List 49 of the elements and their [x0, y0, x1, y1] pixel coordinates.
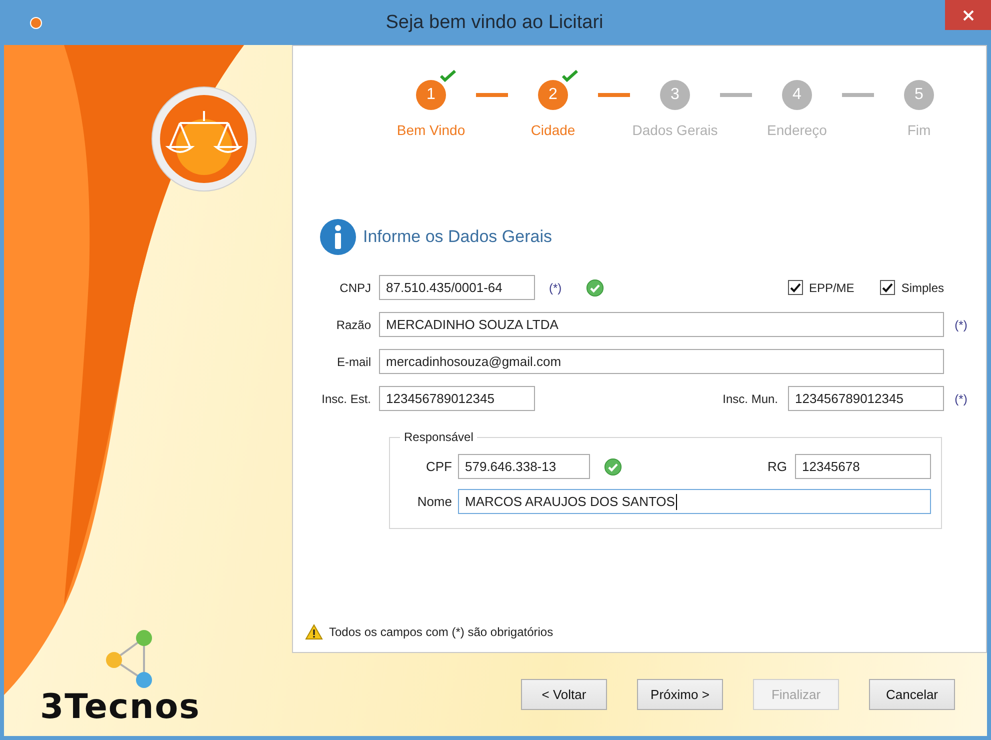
checkbox[interactable]: [880, 280, 896, 295]
warning-icon: [305, 624, 323, 640]
scale-icon: [150, 85, 258, 193]
state-registration-field[interactable]: 123456789012345: [379, 386, 535, 411]
checkmark-icon: [562, 70, 578, 82]
required-mark: (*): [954, 392, 968, 406]
name-field[interactable]: MARCOS ARAUJOS DOS SANTOS: [458, 489, 931, 514]
field-label: CPF: [425, 459, 453, 474]
step-number: 4: [782, 80, 812, 110]
wizard-button[interactable]: Próximo >: [637, 679, 723, 710]
cpf-field[interactable]: 579.646.338-13: [458, 454, 590, 479]
field-label: Insc. Est.: [320, 392, 372, 406]
logo-text: 3Tecnos: [40, 690, 200, 724]
step-number: 1: [416, 80, 446, 110]
field-label: Insc. Mun.: [722, 392, 778, 406]
step-label: Bem Vindo: [396, 122, 466, 138]
checkbox-label: EPP/ME: [808, 280, 854, 294]
checkbox[interactable]: [788, 280, 803, 295]
required-mark: (*): [954, 318, 968, 332]
step-number: 3: [660, 80, 690, 110]
rg-field[interactable]: 12345678: [795, 454, 931, 479]
field-label: Nome: [416, 494, 453, 509]
checkmark-icon: [440, 70, 456, 82]
wizard-button[interactable]: Cancelar: [869, 679, 955, 710]
group-legend: Responsável: [400, 430, 478, 444]
step-label: Endereço: [767, 122, 827, 138]
step-label: Dados Gerais: [632, 122, 718, 138]
field-label: E-mail: [336, 354, 372, 368]
email-field[interactable]: mercadinhosouza@gmail.com: [379, 349, 944, 374]
section-title: Informe os Dados Gerais: [363, 227, 552, 247]
checkbox-label: Simples: [901, 280, 944, 294]
app-icon: [30, 16, 42, 28]
required-mark: (*): [549, 280, 562, 294]
window-title: Seja bem vindo ao Licitari: [384, 12, 604, 34]
wizard-button[interactable]: < Voltar: [521, 679, 607, 710]
required-fields-note: Todos os campos com (*) são obrigatórios: [329, 625, 554, 639]
field-label: Razão: [335, 318, 372, 332]
step-label: Cidade: [530, 122, 576, 138]
cnpj-field[interactable]: 87.510.435/0001-64: [379, 275, 535, 300]
company-name-field[interactable]: MERCADINHO SOUZA LTDA: [379, 312, 944, 337]
info-icon: [319, 218, 357, 256]
municipal-registration-field[interactable]: 123456789012345: [788, 386, 944, 411]
step-label: Fim: [907, 122, 931, 138]
field-label: CNPJ: [338, 280, 372, 294]
step-number: 5: [904, 80, 934, 110]
step-number: 2: [538, 80, 568, 110]
field-label: RG: [768, 459, 787, 474]
close-icon: [962, 10, 974, 20]
close-button[interactable]: [945, 0, 991, 30]
